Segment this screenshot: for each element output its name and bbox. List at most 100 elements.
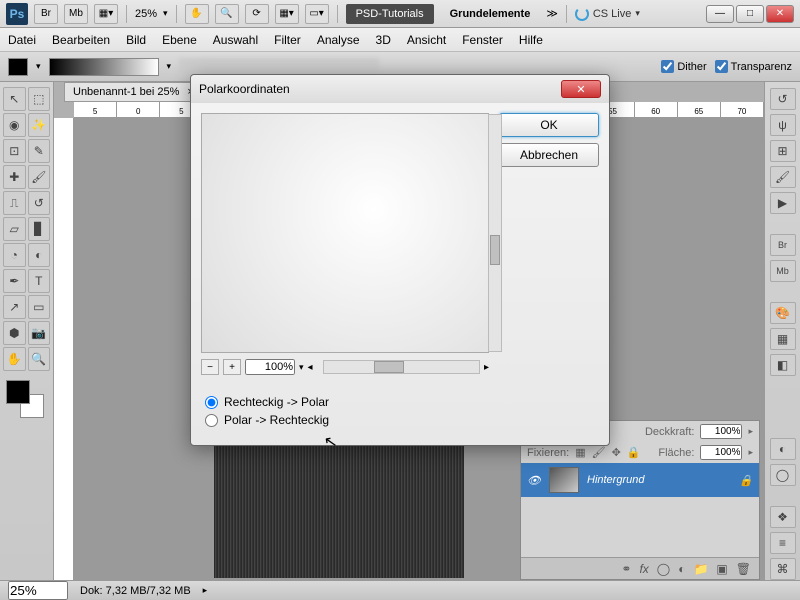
crop-tool-icon[interactable]: ⊡ — [3, 139, 26, 163]
arrange-docs-icon[interactable]: ▦▾ — [275, 4, 299, 24]
camera-tool-icon[interactable]: 📷 — [28, 321, 51, 345]
close-button[interactable]: ✕ — [766, 5, 794, 23]
preview-scrollbar-v[interactable] — [488, 114, 502, 352]
color-panel-icon[interactable]: 🎨 — [770, 302, 796, 324]
rotate-tool-icon[interactable]: ⟳ — [245, 4, 269, 24]
lasso-tool-icon[interactable]: ◉ — [3, 113, 26, 137]
channels-panel-icon[interactable]: ≡ — [770, 532, 796, 554]
dodge-tool-icon[interactable]: ◐ — [28, 243, 51, 267]
play-panel-icon[interactable]: ▶ — [770, 192, 796, 214]
zoom-tool2-icon[interactable]: 🔍 — [28, 347, 51, 371]
transparenz-checkbox[interactable]: Transparenz — [715, 60, 792, 73]
color-swatches[interactable] — [2, 380, 51, 420]
menu-datei[interactable]: Datei — [8, 33, 36, 47]
properties-panel-icon[interactable]: ⊞ — [770, 140, 796, 162]
pen-tool-icon[interactable]: ✒ — [3, 269, 26, 293]
menu-bild[interactable]: Bild — [126, 33, 146, 47]
styles-panel-icon[interactable]: ◧ — [770, 354, 796, 376]
visibility-icon[interactable]: 👁 — [527, 473, 541, 487]
move-tool-icon[interactable]: ↖ — [3, 87, 26, 111]
dialog-zoom-input[interactable] — [245, 359, 295, 375]
adjustments-panel-icon[interactable]: ◐ — [770, 438, 796, 460]
eraser-tool-icon[interactable]: ▱ — [3, 217, 26, 241]
history-panel-icon[interactable]: ↺ — [770, 88, 796, 110]
menu-ansicht[interactable]: Ansicht — [407, 33, 446, 47]
mb-panel-icon[interactable]: Mb — [770, 260, 796, 282]
heal-tool-icon[interactable]: ✚ — [3, 165, 26, 189]
newlayer-icon[interactable]: ▣ — [716, 562, 727, 576]
marquee-tool-icon[interactable]: ⬚ — [28, 87, 51, 111]
shape-tool-icon[interactable]: ▭ — [28, 295, 51, 319]
menu-hilfe[interactable]: Hilfe — [519, 33, 543, 47]
dialog-titlebar[interactable]: Polarkoordinaten ✕ — [191, 75, 609, 103]
menu-filter[interactable]: Filter — [274, 33, 301, 47]
br-panel-icon[interactable]: Br — [770, 234, 796, 256]
minibridge-button[interactable]: Mb — [64, 4, 88, 24]
zoom-tool-icon[interactable]: 🔍 — [215, 4, 239, 24]
stamp-tool-icon[interactable]: ⎍ — [3, 191, 26, 215]
path-tool-icon[interactable]: ↗ — [3, 295, 26, 319]
eyedropper-tool-icon[interactable]: ✎ — [28, 139, 51, 163]
lock-all-icon[interactable]: 🔒 — [627, 446, 641, 459]
lock-paint-icon[interactable]: 🖌 — [592, 446, 606, 459]
option-polar-to-rect[interactable]: Polar -> Rechteckig — [205, 413, 595, 427]
menu-ebene[interactable]: Ebene — [162, 33, 197, 47]
hand-tool2-icon[interactable]: ✋ — [3, 347, 26, 371]
option-rect-to-polar[interactable]: Rechteckig -> Polar — [205, 395, 595, 409]
screenmode-icon[interactable]: ▭▾ — [305, 4, 329, 24]
layers-panel-icon[interactable]: ❖ — [770, 506, 796, 528]
zoom-level[interactable]: 25% — [135, 8, 157, 20]
chevron-right-icon[interactable]: ≫ — [546, 7, 558, 20]
brush-panel-icon[interactable]: 🖌 — [770, 166, 796, 188]
zoom-in-button[interactable]: + — [223, 359, 241, 375]
blur-tool-icon[interactable]: ◔ — [3, 243, 26, 267]
menu-auswahl[interactable]: Auswahl — [213, 33, 258, 47]
minimize-button[interactable]: — — [706, 5, 734, 23]
hand-tool-icon[interactable]: ✋ — [185, 4, 209, 24]
menu-3d[interactable]: 3D — [376, 33, 391, 47]
workspace-tab-light[interactable]: Grundelemente — [440, 4, 541, 24]
layer-thumbnail[interactable] — [549, 467, 579, 493]
dialog-preview[interactable] — [201, 113, 489, 353]
fg-color-swatch[interactable] — [6, 380, 30, 404]
layer-row[interactable]: 👁 Hintergrund 🔒 — [521, 463, 759, 497]
tool-preset-icon[interactable] — [8, 58, 28, 76]
trash-icon[interactable]: 🗑 — [736, 562, 751, 576]
swatches-panel-icon[interactable]: ▦ — [770, 328, 796, 350]
dialog-close-button[interactable]: ✕ — [561, 80, 601, 98]
dither-checkbox[interactable]: Dither — [661, 60, 706, 73]
mask-icon[interactable]: ◯ — [657, 562, 670, 576]
menu-analyse[interactable]: Analyse — [317, 33, 360, 47]
menu-bearbeiten[interactable]: Bearbeiten — [52, 33, 110, 47]
type-tool-icon[interactable]: T — [28, 269, 51, 293]
ok-button[interactable]: OK — [499, 113, 599, 137]
history-brush-icon[interactable]: ↺ — [28, 191, 51, 215]
lock-trans-icon[interactable]: ▦ — [575, 446, 585, 459]
paths-panel-icon[interactable]: ⌘ — [770, 558, 796, 580]
3d-tool-icon[interactable]: ⬢ — [3, 321, 26, 345]
opacity-input[interactable] — [700, 424, 742, 439]
preview-scrollbar-h[interactable] — [323, 360, 480, 374]
layout-button[interactable]: ▦▾ — [94, 4, 118, 24]
wand-tool-icon[interactable]: ✨ — [28, 113, 51, 137]
cslive-button[interactable]: CS Live▾ — [575, 7, 640, 21]
zoom-out-button[interactable]: − — [201, 359, 219, 375]
brush-tool-icon[interactable]: 🖌 — [28, 165, 51, 189]
cancel-button[interactable]: Abbrechen — [499, 143, 599, 167]
menu-fenster[interactable]: Fenster — [462, 33, 503, 47]
folder-icon[interactable]: 📁 — [693, 562, 708, 576]
fill-input[interactable] — [700, 445, 742, 460]
fx-icon[interactable]: fx — [639, 562, 648, 576]
lock-pos-icon[interactable]: ✥ — [612, 446, 621, 459]
maximize-button[interactable]: □ — [736, 5, 764, 23]
gradient-tool-icon[interactable]: ▊ — [28, 217, 51, 241]
actions-panel-icon[interactable]: ψ — [770, 114, 796, 136]
gradient-preview[interactable] — [49, 58, 159, 76]
status-arrow-icon[interactable]: ▸ — [203, 585, 208, 596]
masks-panel-icon[interactable]: ◯ — [770, 464, 796, 486]
adj-icon[interactable]: ◐ — [678, 562, 685, 576]
bridge-button[interactable]: Br — [34, 4, 58, 24]
status-zoom-input[interactable] — [8, 581, 68, 600]
workspace-tab-dark[interactable]: PSD-Tutorials — [346, 4, 434, 24]
link-icon[interactable]: ⚭ — [621, 562, 631, 576]
